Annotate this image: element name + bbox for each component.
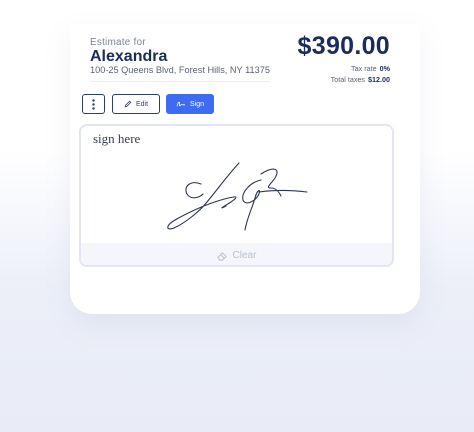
- signature-icon: [176, 101, 185, 107]
- more-vertical-icon: [92, 98, 95, 110]
- sign-button[interactable]: Sign: [166, 94, 214, 114]
- total-taxes-row: Total taxes $12.00: [331, 75, 390, 84]
- more-options-button[interactable]: [82, 94, 105, 114]
- tax-rate-value: 0%: [379, 64, 390, 73]
- clear-button-label: Clear: [232, 250, 257, 261]
- tax-rate-label: Tax rate: [351, 64, 377, 73]
- edit-button[interactable]: Edit: [112, 94, 160, 114]
- signature-pad[interactable]: sign here Clear: [79, 124, 394, 267]
- customer-address: 100-25 Queens Blvd, Forest Hills, NY 113…: [90, 65, 270, 75]
- estimate-total: $390.00: [297, 32, 390, 60]
- total-taxes-label: Total taxes: [330, 75, 366, 84]
- eraser-icon: [216, 251, 227, 261]
- total-taxes-value: $12.00: [368, 75, 390, 84]
- tax-rate-row: Tax rate 0%: [351, 64, 390, 73]
- estimate-label: Estimate for: [90, 37, 146, 48]
- sign-here-prompt: sign here: [93, 131, 141, 146]
- header-divider: [90, 81, 270, 82]
- signature-drawing: [167, 162, 308, 231]
- clear-button[interactable]: Clear: [81, 250, 392, 261]
- pencil-icon: [124, 100, 132, 108]
- edit-button-label: Edit: [135, 100, 149, 108]
- customer-name: Alexandra: [90, 48, 168, 65]
- sign-button-label: Sign: [189, 100, 204, 108]
